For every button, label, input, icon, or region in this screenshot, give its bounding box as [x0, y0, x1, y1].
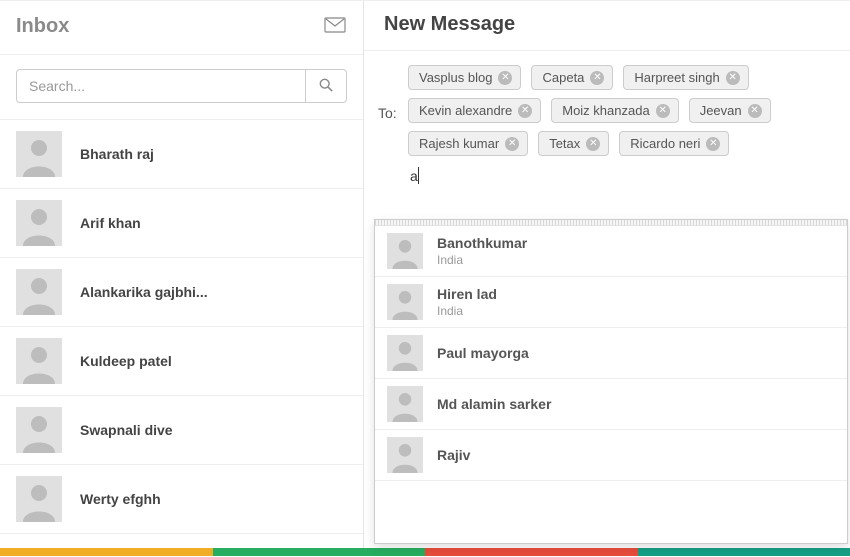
contact-name: Kuldeep patel	[80, 353, 172, 369]
to-label: To:	[378, 65, 408, 121]
to-area: To: Vasplus blog✕Capeta✕Harpreet singh✕K…	[364, 51, 850, 188]
recipient-chip[interactable]: Vasplus blog ✕	[408, 65, 521, 90]
avatar	[387, 437, 423, 473]
contact-name: Alankarika gajbhi...	[80, 284, 208, 300]
chip-label: Tetax	[549, 136, 580, 151]
avatar	[387, 335, 423, 371]
autocomplete-dropdown: Banothkumar India Hiren lad India Paul m…	[374, 219, 848, 544]
suggestion-sub: India	[437, 253, 527, 267]
suggestion-item[interactable]: Rajiv	[375, 430, 847, 481]
contact-row[interactable]: Kuldeep patel	[0, 327, 363, 396]
avatar	[16, 269, 62, 315]
recipient-input[interactable]	[408, 164, 548, 188]
contact-row[interactable]: Swapnali dive	[0, 396, 363, 465]
avatar	[387, 284, 423, 320]
sidebar-header: Inbox	[0, 1, 363, 55]
chip-label: Vasplus blog	[419, 70, 492, 85]
compose-panel: New Message To: Vasplus blog✕Capeta✕Harp…	[364, 1, 850, 548]
accent-segment	[638, 548, 850, 556]
close-icon[interactable]: ✕	[590, 71, 604, 85]
recipient-chip[interactable]: Kevin alexandre ✕	[408, 98, 541, 123]
close-icon[interactable]: ✕	[706, 137, 720, 151]
recipient-chip[interactable]: Ricardo neri ✕	[619, 131, 729, 156]
contact-row[interactable]: Alankarika gajbhi...	[0, 258, 363, 327]
suggestion-name: Md alamin sarker	[437, 396, 551, 412]
close-icon[interactable]: ✕	[748, 104, 762, 118]
contact-name: Arif khan	[80, 215, 141, 231]
contact-row[interactable]: Arif khan	[0, 189, 363, 258]
chip-label: Harpreet singh	[634, 70, 719, 85]
avatar	[16, 338, 62, 384]
avatar	[16, 200, 62, 246]
suggestion-item[interactable]: Paul mayorga	[375, 328, 847, 379]
avatar	[16, 131, 62, 177]
close-icon[interactable]: ✕	[518, 104, 532, 118]
close-icon[interactable]: ✕	[656, 104, 670, 118]
bottom-accent-bar	[0, 548, 850, 556]
contact-name: Werty efghh	[80, 491, 161, 507]
recipient-chips[interactable]: Vasplus blog✕Capeta✕Harpreet singh✕Kevin…	[408, 65, 834, 188]
search-button[interactable]	[305, 69, 347, 103]
close-icon[interactable]: ✕	[586, 137, 600, 151]
suggestion-item[interactable]: Banothkumar India	[375, 226, 847, 277]
recipient-chip[interactable]: Capeta ✕	[531, 65, 613, 90]
chip-label: Rajesh kumar	[419, 136, 499, 151]
recipient-chip[interactable]: Tetax ✕	[538, 131, 609, 156]
compose-header: New Message	[364, 1, 850, 51]
compose-title: New Message	[384, 13, 830, 36]
suggestion-name: Hiren lad	[437, 286, 497, 302]
suggestion-list[interactable]: Banothkumar India Hiren lad India Paul m…	[375, 226, 847, 543]
suggestion-item[interactable]: Md alamin sarker	[375, 379, 847, 430]
mail-icon[interactable]	[323, 13, 347, 40]
accent-segment	[213, 548, 426, 556]
recipient-chip[interactable]: Jeevan ✕	[689, 98, 771, 123]
text-caret	[418, 167, 419, 184]
inbox-title: Inbox	[16, 15, 69, 38]
avatar	[16, 407, 62, 453]
suggestion-name: Paul mayorga	[437, 345, 529, 361]
search-icon	[319, 78, 333, 95]
chip-label: Capeta	[542, 70, 584, 85]
avatar	[387, 386, 423, 422]
suggestion-name: Rajiv	[437, 447, 470, 463]
contacts-list[interactable]: Bharath raj Arif khan Alankarika gajbhi.…	[0, 120, 363, 548]
contact-row[interactable]: Bharath raj	[0, 120, 363, 189]
close-icon[interactable]: ✕	[726, 71, 740, 85]
suggestion-sub: India	[437, 304, 497, 318]
search-row	[0, 55, 363, 120]
recipient-chip[interactable]: Harpreet singh ✕	[623, 65, 748, 90]
contact-name: Bharath raj	[80, 146, 154, 162]
chip-label: Jeevan	[700, 103, 742, 118]
contact-name: Swapnali dive	[80, 422, 173, 438]
chip-label: Kevin alexandre	[419, 103, 512, 118]
avatar	[16, 476, 62, 522]
chip-label: Ricardo neri	[630, 136, 700, 151]
accent-segment	[425, 548, 638, 556]
close-icon[interactable]: ✕	[498, 71, 512, 85]
accent-segment	[0, 548, 213, 556]
suggestion-name: Banothkumar	[437, 235, 527, 251]
close-icon[interactable]: ✕	[505, 137, 519, 151]
recipient-chip[interactable]: Moiz khanzada ✕	[551, 98, 678, 123]
chip-label: Moiz khanzada	[562, 103, 649, 118]
recipient-chip[interactable]: Rajesh kumar ✕	[408, 131, 528, 156]
search-input[interactable]	[16, 69, 305, 103]
avatar	[387, 233, 423, 269]
contact-row[interactable]: Werty efghh	[0, 465, 363, 534]
sidebar: Inbox Bharath raj Arif khan Alankarika g…	[0, 1, 364, 548]
suggestion-item[interactable]: Hiren lad India	[375, 277, 847, 328]
